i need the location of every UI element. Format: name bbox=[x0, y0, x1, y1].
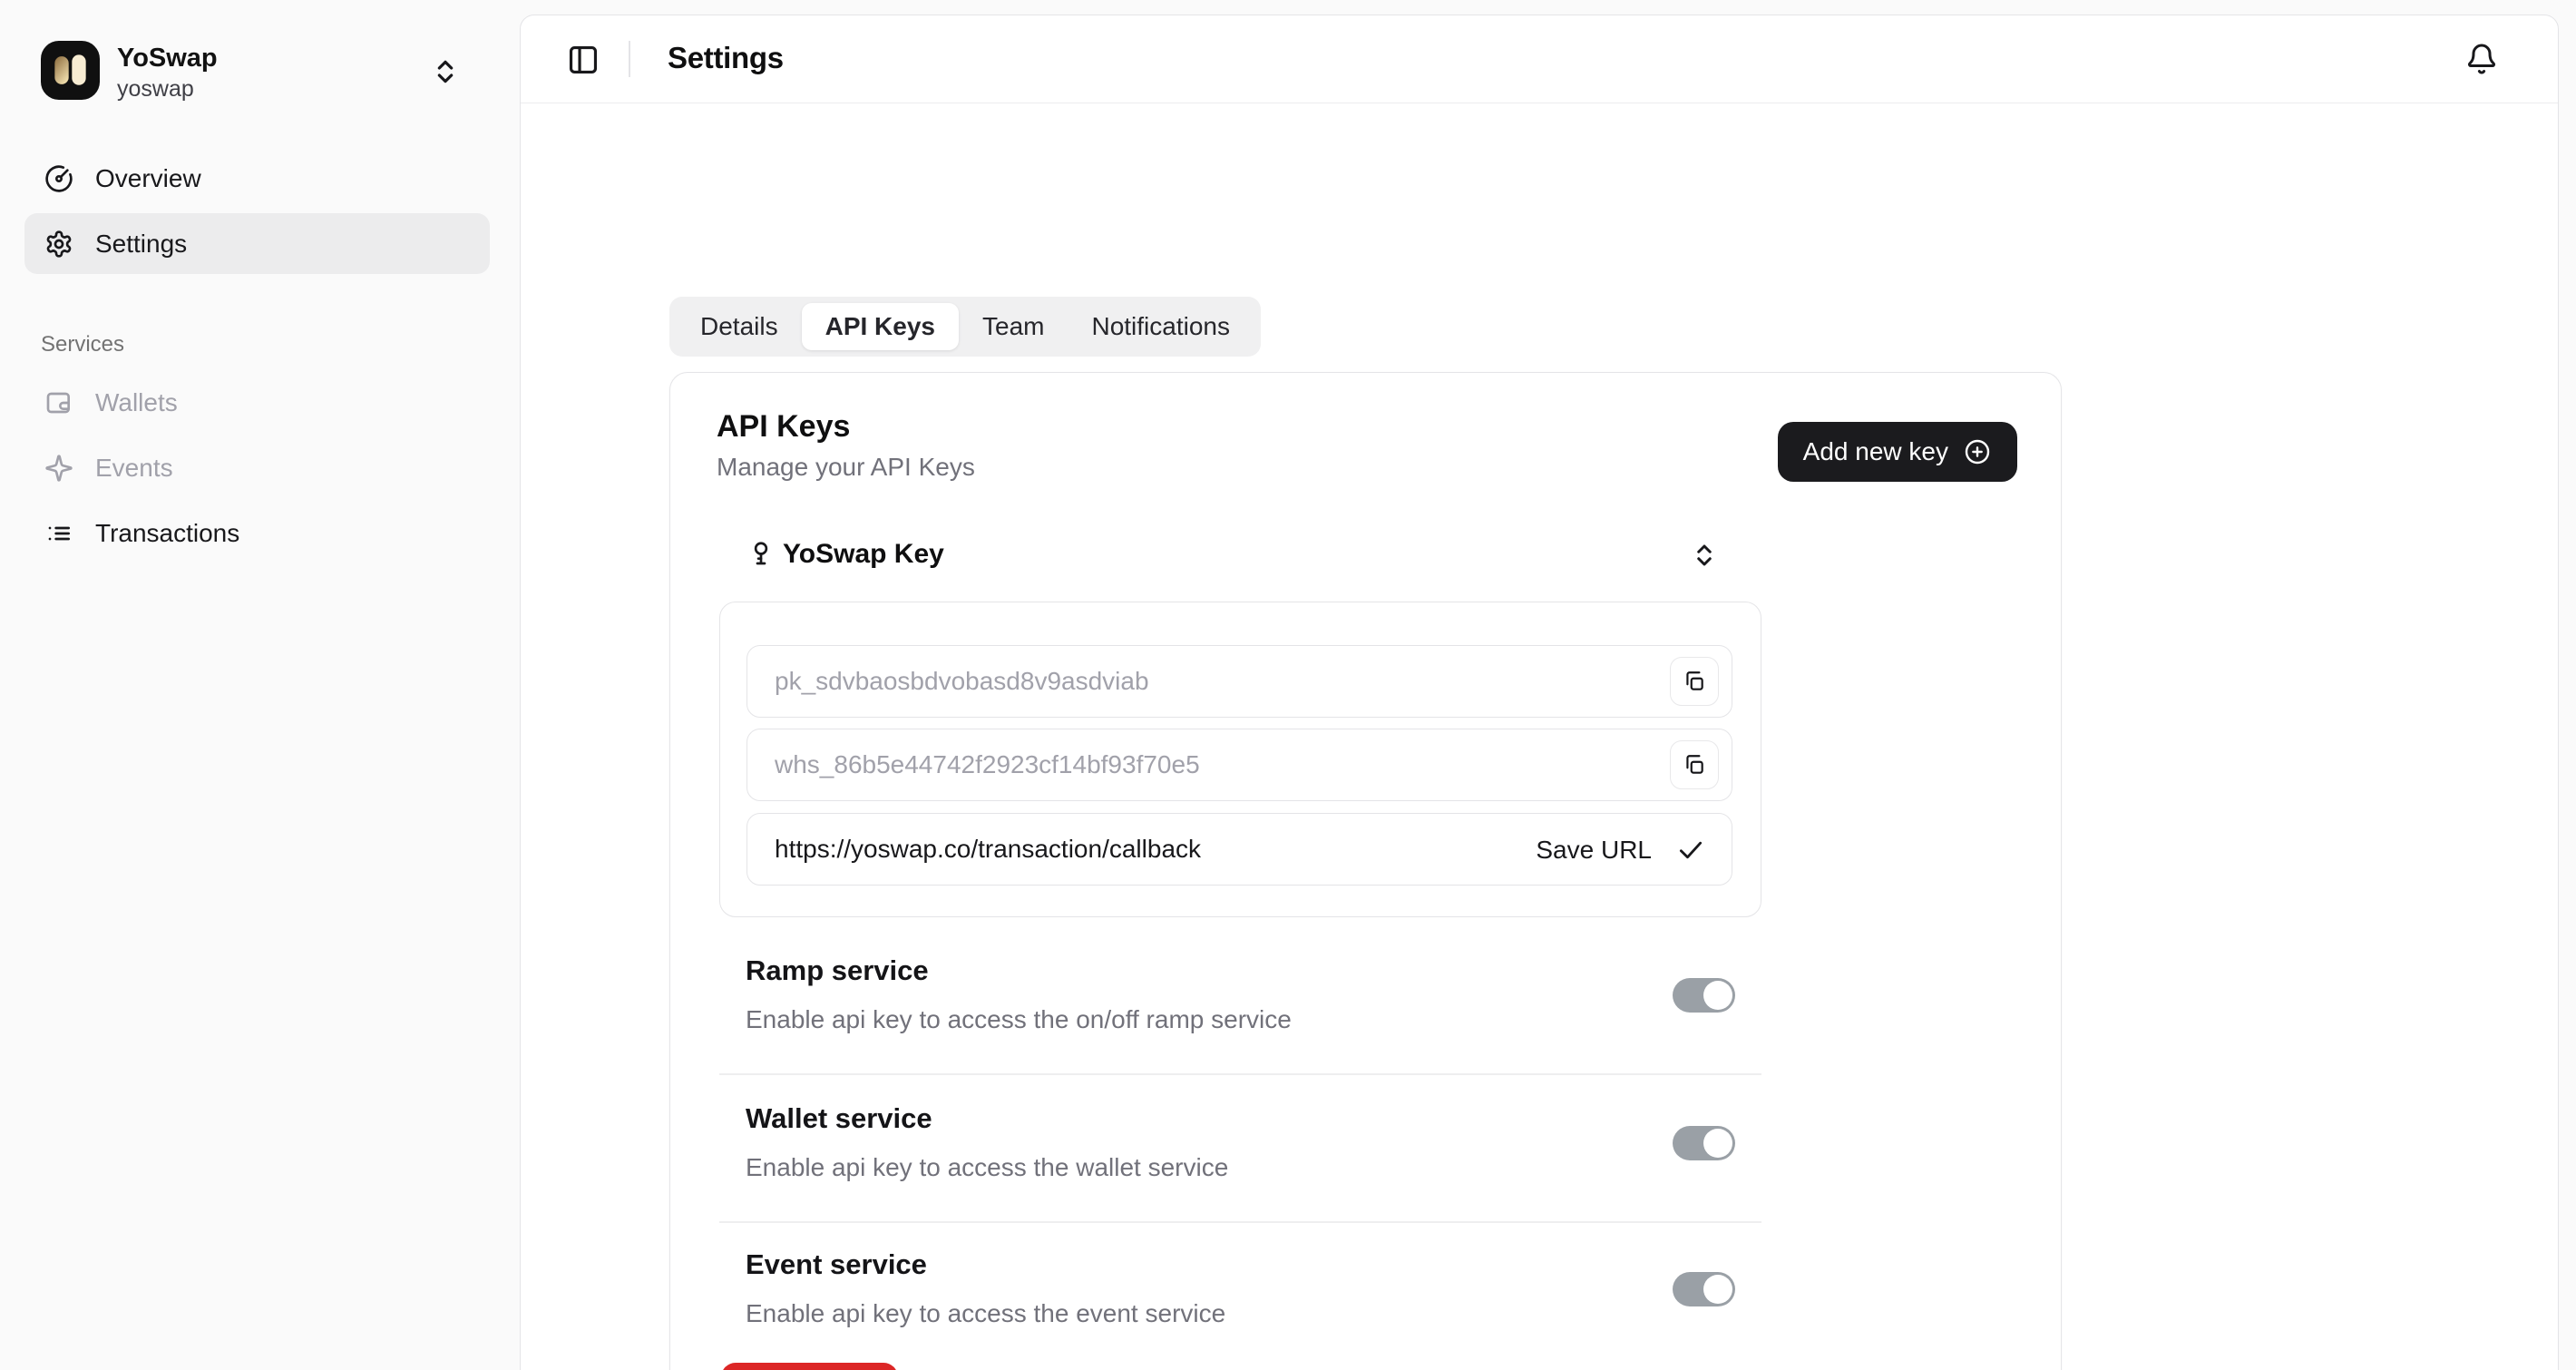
key-selector[interactable]: YoSwap Key bbox=[746, 539, 944, 570]
copy-public-key-button[interactable] bbox=[1670, 657, 1719, 706]
tab-details[interactable]: Details bbox=[677, 303, 802, 350]
sparkle-icon bbox=[44, 454, 73, 483]
copy-webhook-secret-button[interactable] bbox=[1670, 740, 1719, 789]
app-window: { "org": { "name": "YoSwap", "slug": "yo… bbox=[0, 0, 2576, 1370]
sidebar-item-label: Overview bbox=[95, 164, 201, 192]
yoswap-logo-icon bbox=[41, 41, 100, 100]
sidebar: YoSwap yoswap Overview Settings Services… bbox=[0, 0, 520, 1370]
sidebar-toggle-button[interactable] bbox=[566, 43, 600, 77]
copy-icon bbox=[1683, 753, 1706, 777]
org-slug: yoswap bbox=[117, 76, 194, 102]
webhook-secret-field[interactable]: whs_86b5e44742f2923cf14bf93f70e5 bbox=[746, 729, 1732, 801]
sidebar-item-label: Wallets bbox=[95, 388, 178, 416]
public-key-value: pk_sdvbaosbdvobasd8v9asdviab bbox=[775, 667, 1149, 695]
logs-icon bbox=[44, 519, 73, 548]
add-new-key-label: Add new key bbox=[1802, 437, 1948, 465]
chevrons-up-down-icon[interactable] bbox=[1691, 539, 1718, 572]
org-switcher[interactable]: YoSwap yoswap bbox=[41, 41, 485, 102]
top-bar: Settings bbox=[521, 15, 2558, 103]
tab-team[interactable]: Team bbox=[959, 303, 1068, 350]
webhook-secret-value: whs_86b5e44742f2923cf14bf93f70e5 bbox=[775, 750, 1200, 778]
ramp-service-toggle[interactable] bbox=[1673, 978, 1735, 1013]
sidebar-item-wallets[interactable]: Wallets bbox=[24, 377, 490, 429]
toggle-knob bbox=[1703, 1129, 1732, 1158]
save-url-label: Save URL bbox=[1536, 836, 1652, 864]
delete-key-button[interactable] bbox=[721, 1363, 898, 1370]
org-name: YoSwap bbox=[117, 44, 218, 73]
wallet-icon bbox=[44, 388, 73, 417]
service-title: Wallet service bbox=[746, 1102, 932, 1134]
main-panel: Settings Details API Keys Team Notificat… bbox=[520, 15, 2559, 1370]
service-description: Enable api key to access the event servi… bbox=[746, 1299, 1226, 1327]
key-icon bbox=[746, 540, 776, 569]
public-key-field[interactable]: pk_sdvbaosbdvobasd8v9asdviab bbox=[746, 645, 1732, 718]
header-divider bbox=[629, 41, 630, 77]
sidebar-item-label: Events bbox=[95, 454, 173, 482]
wallet-service-toggle[interactable] bbox=[1673, 1126, 1735, 1160]
add-new-key-button[interactable]: Add new key bbox=[1777, 422, 2017, 482]
service-description: Enable api key to access the wallet serv… bbox=[746, 1153, 1229, 1181]
service-description: Enable api key to access the on/off ramp… bbox=[746, 1005, 1292, 1033]
bell-icon[interactable] bbox=[2465, 43, 2498, 75]
key-selector-label: YoSwap Key bbox=[783, 539, 944, 569]
event-service-toggle[interactable] bbox=[1673, 1272, 1735, 1306]
callback-url-field[interactable]: https://yoswap.co/transaction/callback S… bbox=[746, 813, 1732, 886]
card-subtitle: Manage your API Keys bbox=[717, 453, 975, 481]
row-divider bbox=[719, 1073, 1761, 1075]
save-url-button[interactable]: Save URL bbox=[1536, 814, 1706, 886]
api-keys-card: API Keys Manage your API Keys Add new ke… bbox=[669, 372, 2062, 1370]
service-title: Event service bbox=[746, 1248, 927, 1280]
chevrons-up-down-icon bbox=[431, 55, 460, 88]
gear-icon bbox=[44, 230, 73, 259]
sidebar-item-transactions[interactable]: Transactions bbox=[24, 507, 490, 560]
toggle-knob bbox=[1703, 1275, 1732, 1304]
sidebar-item-events[interactable]: Events bbox=[24, 442, 490, 494]
key-details-card: pk_sdvbaosbdvobasd8v9asdviab whs_86b5e44… bbox=[719, 602, 1761, 917]
copy-icon bbox=[1683, 670, 1706, 693]
row-divider bbox=[719, 1221, 1761, 1223]
check-icon bbox=[1675, 835, 1706, 866]
circle-plus-icon bbox=[1963, 437, 1992, 466]
service-title: Ramp service bbox=[746, 954, 929, 986]
sidebar-item-overview[interactable]: Overview bbox=[24, 152, 490, 205]
tab-notifications[interactable]: Notifications bbox=[1068, 303, 1254, 350]
sidebar-section-services: Services bbox=[41, 332, 125, 357]
circle-gauge-icon bbox=[44, 164, 73, 193]
sidebar-item-settings[interactable]: Settings bbox=[24, 213, 490, 274]
settings-tab-bar: Details API Keys Team Notifications bbox=[669, 297, 1261, 357]
toggle-knob bbox=[1703, 981, 1732, 1010]
tab-api-keys[interactable]: API Keys bbox=[801, 303, 959, 350]
sidebar-item-label: Settings bbox=[95, 229, 188, 258]
sidebar-item-label: Transactions bbox=[95, 519, 240, 547]
card-title: API Keys bbox=[717, 409, 851, 444]
page-title: Settings bbox=[668, 41, 784, 74]
callback-url-value: https://yoswap.co/transaction/callback bbox=[775, 835, 1202, 863]
